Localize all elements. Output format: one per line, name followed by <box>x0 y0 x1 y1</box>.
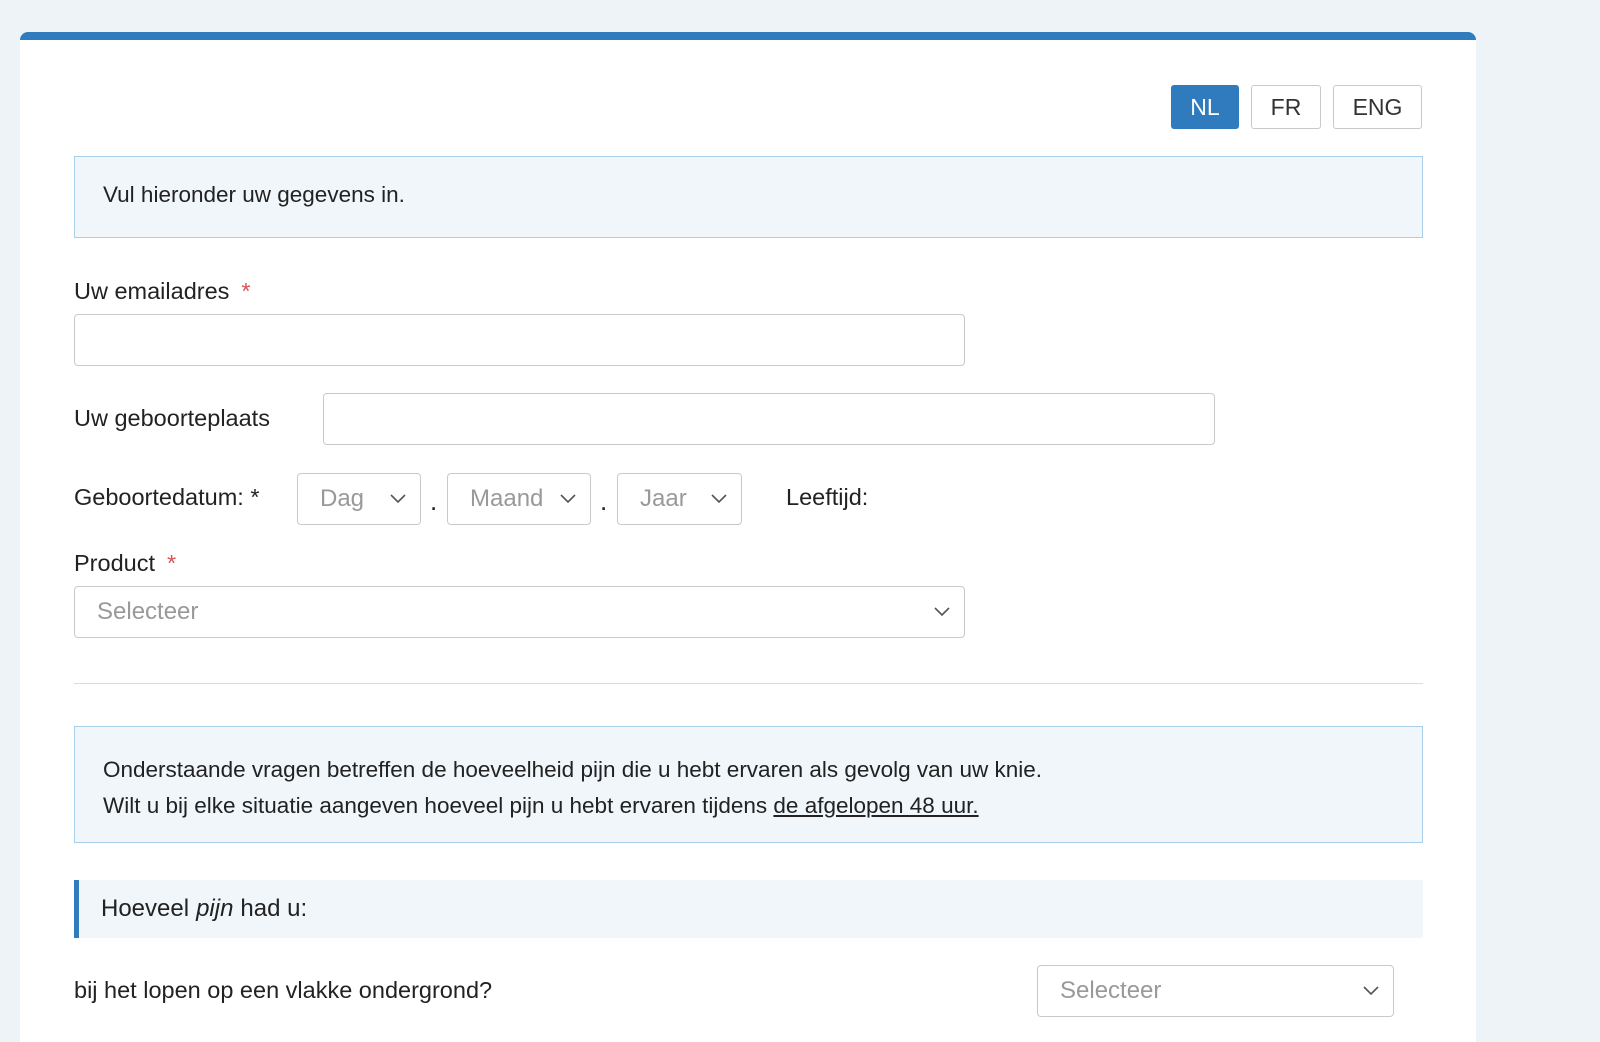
month-select-value: Maand <box>470 485 544 512</box>
question-item-select[interactable]: Selecteer <box>1037 965 1394 1017</box>
product-select[interactable]: Selecteer <box>74 586 965 638</box>
product-select-value: Selecteer <box>97 598 199 625</box>
chevron-down-icon <box>390 489 410 509</box>
chevron-down-icon <box>560 489 580 509</box>
lang-button-nl[interactable]: NL <box>1171 85 1239 129</box>
birthplace-input[interactable] <box>323 393 1215 445</box>
lang-button-eng[interactable]: ENG <box>1333 85 1422 129</box>
chevron-down-icon <box>934 602 954 622</box>
intro-text: Vul hieronder uw gegevens in. <box>103 182 405 207</box>
age-label: Leeftijd: <box>786 484 869 510</box>
question-heading-end: had u: <box>240 895 308 922</box>
day-select-value: Dag <box>320 485 365 512</box>
form-card: NL FR ENG Vul hieronder uw gegevens in. … <box>20 32 1476 1042</box>
info-line-2-text: Wilt u bij elke situatie aangeven hoevee… <box>103 793 774 818</box>
product-label: Product * <box>74 550 176 577</box>
info-alert: Onderstaande vragen betreffen de hoeveel… <box>74 726 1423 843</box>
required-marker: * <box>241 278 251 304</box>
info-line-2: Wilt u bij elke situatie aangeven hoevee… <box>103 788 1394 824</box>
intro-alert: Vul hieronder uw gegevens in. <box>74 156 1423 238</box>
language-switcher: NL FR ENG <box>1171 85 1422 129</box>
question-item-select-value: Selecteer <box>1060 977 1162 1004</box>
question-heading-emphasis: pijn <box>196 895 234 922</box>
year-select-value: Jaar <box>640 485 687 512</box>
day-select[interactable]: Dag <box>297 473 421 525</box>
birthdate-label: Geboortedatum: * <box>74 484 260 510</box>
birthplace-label: Uw geboorteplaats <box>74 405 270 431</box>
info-line-2-emphasis: de afgelopen 48 uur. <box>773 793 979 818</box>
info-line-1: Onderstaande vragen betreffen de hoeveel… <box>103 757 1042 782</box>
email-input[interactable] <box>74 314 965 366</box>
question-heading: Hoeveel pijn had u: <box>74 880 1423 938</box>
date-separator: . <box>430 486 438 516</box>
chevron-down-icon <box>1363 981 1383 1001</box>
email-label-text: Uw emailadres <box>74 278 230 304</box>
year-select[interactable]: Jaar <box>617 473 742 525</box>
email-label: Uw emailadres * <box>74 278 251 305</box>
required-marker: * <box>167 550 177 576</box>
date-separator: . <box>600 486 608 516</box>
question-heading-start: Hoeveel <box>101 895 190 922</box>
question-item-label: bij het lopen op een vlakke ondergrond? <box>74 977 493 1003</box>
month-select[interactable]: Maand <box>447 473 591 525</box>
section-divider <box>74 683 1423 684</box>
chevron-down-icon <box>711 489 731 509</box>
lang-button-fr[interactable]: FR <box>1251 85 1321 129</box>
product-label-text: Product <box>74 550 155 576</box>
